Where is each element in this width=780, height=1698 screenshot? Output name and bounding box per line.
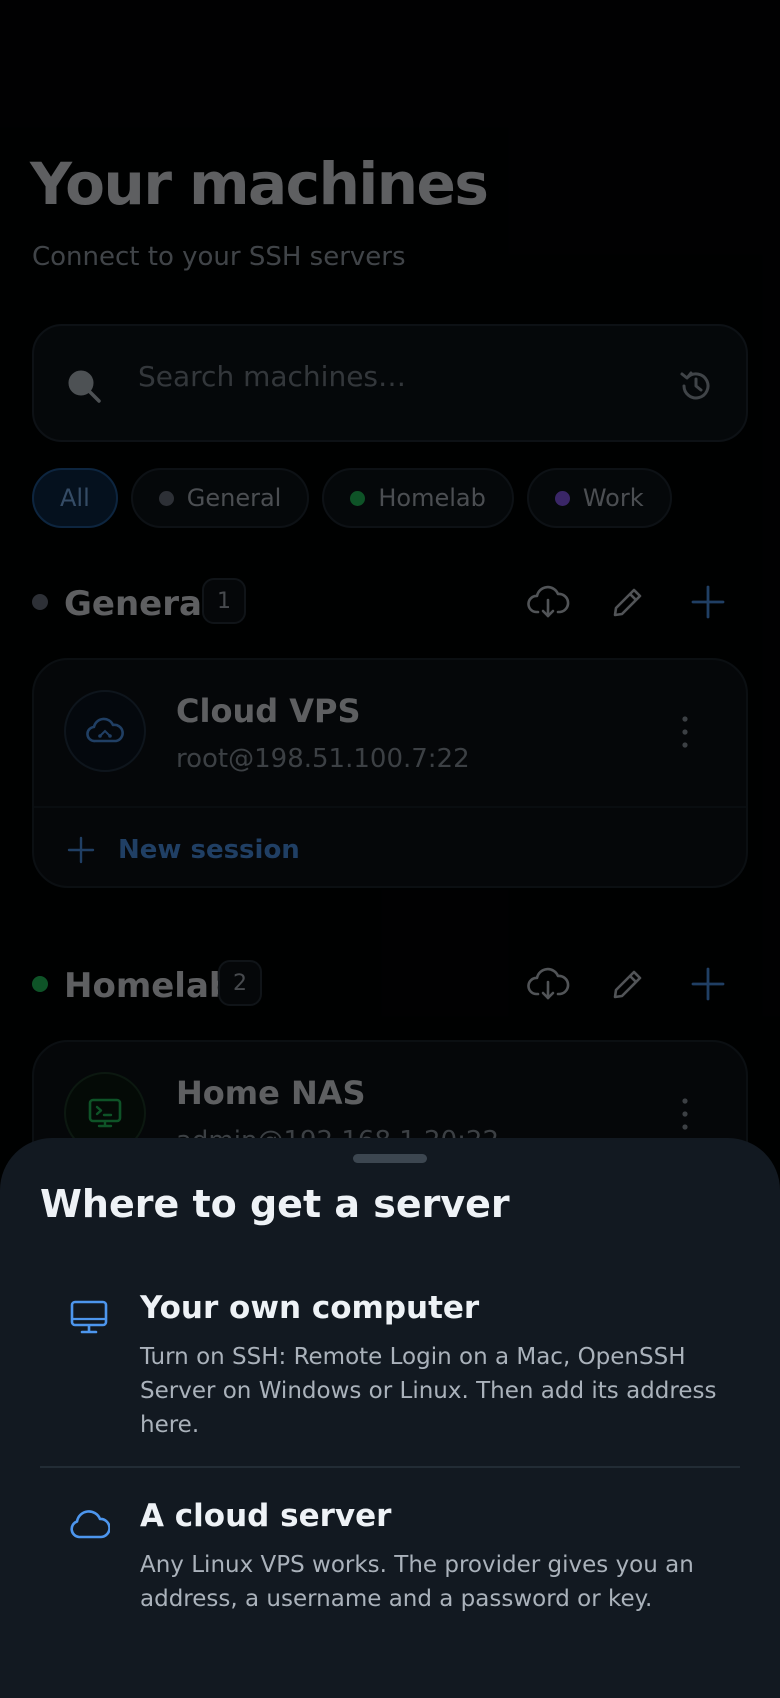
cloud-download-icon[interactable] (526, 962, 570, 1006)
page-title: Your machines (30, 150, 489, 218)
option-description: Any Linux VPS works. The provider gives … (140, 1552, 694, 1612)
group-count-badge: 2 (218, 960, 262, 1006)
group-name: Homelab (64, 966, 234, 1006)
option-title: Your own computer (140, 1290, 480, 1326)
pencil-icon[interactable] (606, 962, 650, 1006)
search-bar[interactable]: Search machines… (32, 324, 748, 442)
cloud-icon (70, 1510, 110, 1539)
search-icon (68, 370, 101, 403)
sheet-drag-handle[interactable] (353, 1154, 427, 1163)
group-color-dot (554, 490, 570, 506)
filter-chip-label: General (186, 484, 282, 512)
group-color-dot (350, 490, 366, 506)
machine-name: Cloud VPS (176, 692, 361, 730)
page-subtitle: Connect to your SSH servers (32, 242, 406, 272)
group-color-dot (32, 976, 48, 992)
desktop-icon (70, 1300, 108, 1334)
more-options-icon[interactable] (680, 1096, 690, 1132)
filter-chip-all[interactable]: All (32, 468, 118, 528)
machine-address: root@198.51.100.7:22 (176, 744, 470, 774)
option-divider (40, 1466, 740, 1468)
history-icon[interactable] (678, 368, 714, 404)
new-session-label: New session (118, 835, 300, 865)
filter-chips: All General Homelab Work (32, 468, 672, 530)
filter-chip-homelab[interactable]: Homelab (322, 468, 514, 528)
machine-avatar (64, 690, 146, 772)
option-cloud-server[interactable]: A cloud server Any Linux VPS works. The … (40, 1498, 740, 1628)
sheet-title: Where to get a server (40, 1182, 510, 1226)
card-divider (34, 806, 746, 808)
plus-icon (67, 836, 95, 864)
machines-screen: Your machines Connect to your SSH server… (0, 0, 780, 1698)
machine-name: Home NAS (176, 1074, 366, 1112)
filter-chip-label: Homelab (378, 484, 486, 512)
filter-chip-work[interactable]: Work (526, 468, 672, 528)
group-header-general: General 1 (32, 576, 748, 628)
group-color-dot (32, 594, 48, 610)
filter-chip-label: All (60, 484, 90, 512)
group-color-dot (158, 490, 174, 506)
more-options-icon[interactable] (680, 714, 690, 750)
filter-chip-label: Work (582, 484, 644, 512)
search-input[interactable]: Search machines… (138, 360, 406, 393)
option-description: Turn on SSH: Remote Login on a Mac, Open… (140, 1344, 717, 1438)
bottom-sheet: Where to get a server Your own computer … (0, 1138, 780, 1698)
option-title: A cloud server (140, 1498, 392, 1534)
new-session-button[interactable]: New session (66, 820, 300, 880)
filter-chip-general[interactable]: General (130, 468, 310, 528)
plus-icon[interactable] (686, 962, 730, 1006)
cloud-icon (86, 717, 124, 743)
terminal-icon (88, 1098, 122, 1128)
pencil-icon[interactable] (606, 580, 650, 624)
group-name: General (64, 584, 214, 624)
plus-icon[interactable] (686, 580, 730, 624)
cloud-download-icon[interactable] (526, 580, 570, 624)
machine-card-cloud-vps[interactable]: Cloud VPS root@198.51.100.7:22 New sessi… (32, 658, 748, 888)
group-header-homelab: Homelab 2 (32, 958, 748, 1010)
option-own-computer[interactable]: Your own computer Turn on SSH: Remote Lo… (40, 1290, 740, 1440)
group-count-badge: 1 (202, 578, 246, 624)
